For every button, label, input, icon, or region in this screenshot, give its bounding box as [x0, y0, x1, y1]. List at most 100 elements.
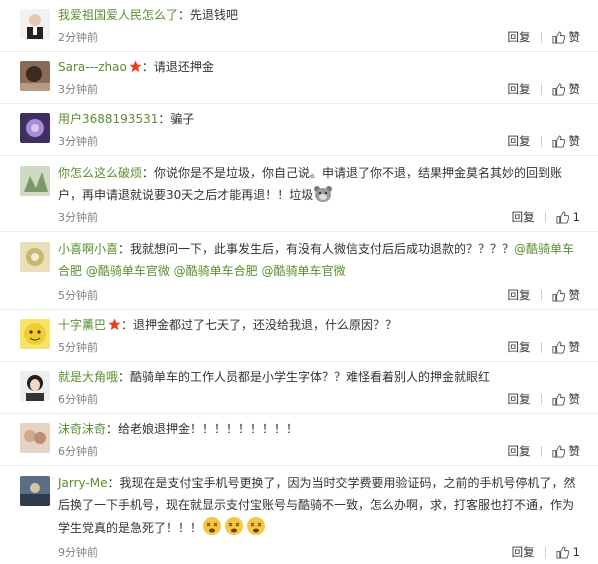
- comment-item: 你怎么这么破烦：你说你是不是垃圾，你自己说。申请退了你不退，结果押金莫名其妙的回…: [0, 156, 598, 232]
- colon: ：: [106, 422, 119, 436]
- avatar[interactable]: [20, 242, 50, 272]
- like-label: 赞: [568, 134, 581, 148]
- like-button[interactable]: 1: [556, 545, 580, 559]
- comment-text: 先退钱吧: [190, 8, 239, 22]
- username-link[interactable]: 你怎么这么破烦: [58, 166, 142, 180]
- mention-link[interactable]: @酷骑单车官微: [86, 264, 170, 278]
- comment-text-line: 我就想问一下，此事发生后，有没有人微信支付后后成功退款的？？？？: [130, 242, 515, 256]
- comment-item: 用户3688193531：骗子 3分钟前 回复 赞: [0, 104, 598, 156]
- reply-button[interactable]: 回复: [508, 133, 531, 149]
- like-label: 赞: [568, 30, 581, 44]
- comment-item: 小喜啊小喜：我就想问一下，此事发生后，有没有人微信支付后后成功退款的？？？？@酷…: [0, 232, 598, 310]
- username-link[interactable]: 用户3688193531: [58, 112, 158, 126]
- divider: [540, 445, 542, 457]
- mention-link[interactable]: @酷骑单车: [514, 242, 574, 256]
- like-button[interactable]: 赞: [551, 287, 580, 303]
- bear-emoji-icon: [314, 186, 333, 202]
- comment-body: 沫奇沫奇：给老娘退押金！！！！！！！！！: [58, 418, 580, 440]
- avatar[interactable]: [20, 9, 50, 39]
- comment-body: 用户3688193531：骗子: [58, 108, 580, 130]
- comment-actions: 回复 赞: [508, 287, 581, 303]
- like-label: 赞: [568, 444, 581, 458]
- like-button[interactable]: 赞: [551, 339, 580, 355]
- divider: [544, 546, 546, 558]
- like-count: 1: [572, 545, 580, 559]
- like-button[interactable]: 赞: [551, 443, 581, 459]
- reply-button[interactable]: 回复: [508, 391, 531, 407]
- thumb-up-icon: [556, 545, 569, 559]
- timestamp: 5分钟前: [58, 341, 98, 354]
- mention-link[interactable]: 合肥: [58, 264, 86, 278]
- divider: [540, 31, 542, 43]
- comment-actions: 回复 赞: [508, 81, 581, 97]
- comment-text: 请退还押金: [153, 60, 214, 74]
- comment-body: 小喜啊小喜：我就想问一下，此事发生后，有没有人微信支付后后成功退款的？？？？@酷…: [58, 238, 580, 282]
- comment-item: Jarry-Me：我现在是支付宝手机号更换了，因为当时交学费要用验证码，之前的手…: [0, 466, 598, 564]
- username-link[interactable]: 十字薰巴: [58, 318, 106, 332]
- thumb-up-icon: [551, 392, 565, 406]
- avatar[interactable]: [20, 61, 50, 91]
- reply-button[interactable]: 回复: [508, 443, 531, 459]
- divider: [540, 83, 542, 95]
- comment-actions: 回复 赞: [508, 29, 581, 45]
- username-link[interactable]: Sara---zhao: [58, 60, 127, 74]
- comment-body: 你怎么这么破烦：你说你是不是垃圾，你自己说。申请退了你不退，结果押金莫名其妙的回…: [58, 162, 580, 206]
- timestamp: 3分钟前: [58, 135, 98, 148]
- colon: ：: [178, 8, 191, 22]
- reply-button[interactable]: 回复: [512, 544, 535, 560]
- avatar[interactable]: [20, 166, 50, 196]
- vip-star-icon[interactable]: [108, 318, 121, 331]
- dizzy-face-icon: [203, 517, 266, 535]
- avatar[interactable]: [20, 319, 50, 349]
- thumb-up-icon: [551, 288, 565, 302]
- avatar[interactable]: [20, 371, 50, 401]
- username-link[interactable]: 我爱祖国爱人民怎么了: [58, 8, 178, 22]
- divider: [540, 393, 542, 405]
- like-button[interactable]: 赞: [551, 81, 581, 97]
- vip-star-icon[interactable]: [129, 60, 142, 73]
- thumb-up-icon: [551, 134, 565, 148]
- colon: ：: [121, 318, 134, 332]
- timestamp: 3分钟前: [58, 211, 98, 224]
- comment-body: 我爱祖国爱人民怎么了：先退钱吧: [58, 4, 580, 26]
- like-count: 1: [572, 210, 580, 224]
- like-label: 赞: [568, 392, 581, 406]
- comment-text-line: 学生党真的是急死了！！！: [58, 521, 203, 535]
- like-label: 赞: [568, 82, 581, 96]
- comment-item: 十字薰巴 ：退押金都过了七天了，还没给我退，什么原因？？ 5分钟前 回复 赞: [0, 310, 598, 362]
- avatar[interactable]: [20, 423, 50, 453]
- like-button[interactable]: 赞: [551, 133, 581, 149]
- avatar[interactable]: [20, 113, 50, 143]
- timestamp: 9分钟前: [58, 546, 98, 559]
- like-button[interactable]: 1: [556, 210, 580, 224]
- comment-item: 我爱祖国爱人民怎么了：先退钱吧 2分钟前 回复 赞: [0, 0, 598, 52]
- username-link[interactable]: 小喜啊小喜: [58, 242, 118, 256]
- comment-body: 就是大角哦：酷骑单车的工作人员都是小学生字体？？难怪看着别人的押金就眼红: [58, 366, 580, 388]
- timestamp: 2分钟前: [58, 31, 98, 44]
- avatar[interactable]: [20, 476, 50, 506]
- mention-link[interactable]: @酷骑单车合肥: [174, 264, 258, 278]
- like-button[interactable]: 赞: [551, 29, 581, 45]
- comment-item: 就是大角哦：酷骑单车的工作人员都是小学生字体？？难怪看着别人的押金就眼红 6分钟…: [0, 362, 598, 414]
- comment-text: 酷骑单车的工作人员都是小学生字体？？难怪看着别人的押金就眼红: [130, 370, 491, 384]
- comment-text: 退押金都过了七天了，还没给我退，什么原因？？: [133, 318, 398, 332]
- mention-link[interactable]: @酷骑单车官微: [262, 264, 346, 278]
- reply-button[interactable]: 回复: [508, 29, 531, 45]
- username-link[interactable]: Jarry-Me: [58, 476, 108, 490]
- divider: [540, 341, 542, 353]
- username-link[interactable]: 就是大角哦: [58, 370, 118, 384]
- username-link[interactable]: 沫奇沫奇: [58, 422, 106, 436]
- comment-text: 给老娘退押金！！！！！！！！！: [118, 422, 299, 436]
- colon: ：: [118, 242, 131, 256]
- reply-button[interactable]: 回复: [508, 81, 531, 97]
- thumb-up-icon: [551, 340, 565, 354]
- comment-body: Sara---zhao ：请退还押金: [58, 56, 580, 78]
- reply-button[interactable]: 回复: [512, 209, 535, 225]
- comment-actions: 回复 1: [512, 544, 580, 560]
- like-button[interactable]: 赞: [551, 391, 581, 407]
- reply-button[interactable]: 回复: [508, 287, 531, 303]
- comment-text-line: 户，再申请退就说要30天之后才能再退！！垃圾: [58, 188, 314, 202]
- reply-button[interactable]: 回复: [508, 339, 531, 355]
- comment-actions: 回复 赞: [508, 339, 581, 355]
- comment-list: 我爱祖国爱人民怎么了：先退钱吧 2分钟前 回复 赞 Sara---zhao ：请退…: [0, 0, 598, 564]
